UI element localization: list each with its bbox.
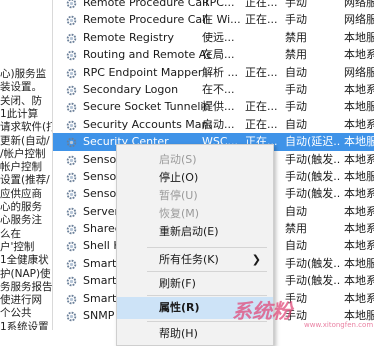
service-startup-type: 自动 — [285, 239, 307, 253]
service-name: RPC Endpoint Mapper — [83, 65, 203, 79]
watermark-logo-text: 系统粉 — [232, 299, 295, 323]
menu-item-restart[interactable]: 重新启动(E) — [117, 221, 273, 243]
service-row[interactable]: Remote Procedure Call ... RPC... 正在... 手动 网络… — [53, 0, 374, 11]
service-status: 正在... — [245, 117, 278, 131]
service-logon-as: 本地系 — [344, 152, 374, 166]
service-status: 正在... — [245, 0, 278, 9]
service-row[interactable]: RPC Endpoint Mapper 解析 ... 正在... 自动 网络服 — [53, 64, 374, 81]
service-name: Security Accounts Manag... — [83, 117, 211, 131]
service-startup-type: 手动(触发... — [285, 256, 341, 270]
service-startup-type: 禁用 — [285, 30, 307, 44]
menu-item-restart-label: 重新启动(E) — [159, 225, 219, 238]
watermark-logo: 系统粉 www.xitongfen.com — [232, 299, 373, 329]
service-startup-type: 手动(触发... — [285, 169, 341, 183]
service-logon-as: 本地系 — [344, 222, 374, 236]
service-startup-type: 自动 — [285, 204, 307, 218]
menu-separator — [147, 271, 267, 272]
service-startup-type: 手动 — [285, 100, 307, 114]
service-description: 在局... — [202, 48, 235, 62]
service-startup-type: 手动(触发... — [285, 152, 341, 166]
service-row[interactable]: Remote Registry 使远... 禁用 本地服 — [53, 29, 374, 46]
service-startup-type: 手动(触发... — [285, 274, 341, 288]
menu-item-refresh-label: 刷新(F) — [159, 277, 196, 290]
service-logon-as: 网络服 — [344, 0, 374, 9]
menu-separator — [147, 247, 267, 248]
service-logon-as: 本地服 — [344, 100, 374, 114]
submenu-arrow-icon: ❯ — [251, 253, 261, 266]
service-startup-type: 手动 — [285, 0, 307, 9]
service-logon-as: 本地系 — [344, 48, 374, 62]
service-name: Remote Procedure Call (... — [83, 13, 211, 27]
service-startup-type: 手动 — [285, 82, 307, 96]
service-startup-type: 手动(触发... — [285, 187, 341, 201]
service-logon-as: 本地服 — [344, 169, 374, 183]
service-name: Secondary Logon — [83, 82, 179, 96]
service-startup-type: 自动 — [285, 65, 307, 79]
service-logon-as: 本地系 — [344, 117, 374, 131]
service-logon-as: 本地系 — [344, 82, 374, 96]
menu-item-refresh[interactable]: 刷新(F) — [117, 273, 273, 295]
service-row[interactable]: Secondary Logon 在不... 手动 本地系 — [53, 81, 374, 98]
service-logon-as: 网络服 — [344, 13, 374, 27]
service-startup-type: 禁用 — [285, 48, 307, 62]
service-logon-as: 本地服 — [344, 30, 374, 44]
service-logon-as: 本地系 — [344, 239, 374, 253]
service-status: 正在... — [245, 100, 278, 114]
service-startup-type: 自动 — [285, 117, 307, 131]
service-logon-as: 本地服 — [344, 135, 374, 149]
service-description: 使远... — [202, 30, 235, 44]
service-name: Remote Procedure Call ... — [83, 0, 211, 9]
service-startup-type: 自动(延迟... — [285, 135, 341, 149]
service-logon-as: 本地系 — [344, 204, 374, 218]
watermark-url: www.xitongfen.com — [304, 321, 373, 329]
service-logon-as: 本地系 — [344, 187, 374, 201]
service-status: 正在... — [245, 13, 278, 27]
menu-item-help-label: 帮助(H) — [159, 327, 198, 340]
description-line: 1系统设置 — [0, 320, 49, 330]
service-status: 正在... — [245, 65, 278, 79]
menu-item-properties-label: 属性(R) — [159, 301, 200, 314]
service-row[interactable]: Remote Procedure Call (...在 Wi...正在...手动… — [53, 11, 374, 28]
service-row[interactable]: Routing and Remote Acc...在局... 禁用 本地系 — [53, 46, 374, 63]
service-row[interactable]: Security Accounts Manag...启动...正在...自动本地… — [53, 116, 374, 133]
menu-item-all-tasks[interactable]: 所有任务(K) ❯ — [117, 249, 273, 271]
service-logon-as: 本地系 — [344, 274, 374, 288]
service-logon-as: 网络服 — [344, 65, 374, 79]
menu-item-all-tasks-label: 所有任务(K) — [159, 253, 219, 266]
service-logon-as: 本地服 — [344, 256, 374, 270]
service-startup-type: 手动 — [285, 13, 307, 27]
service-description: 在不... — [202, 82, 235, 96]
service-description-pane: 心)服务监 装设置。 关闭、防 1此计算 请求软件(打 更新(自动//帐户控制 帐户控制 设置… — [0, 0, 52, 330]
service-name: Remote Registry — [83, 30, 174, 44]
service-startup-type: 禁用 — [285, 222, 307, 236]
service-name: Secure Socket Tunneling ... — [83, 100, 211, 114]
service-name: Routing and Remote Acc... — [83, 48, 211, 62]
service-row[interactable]: Secure Socket Tunneling ...提供...正在...手动本… — [53, 98, 374, 115]
